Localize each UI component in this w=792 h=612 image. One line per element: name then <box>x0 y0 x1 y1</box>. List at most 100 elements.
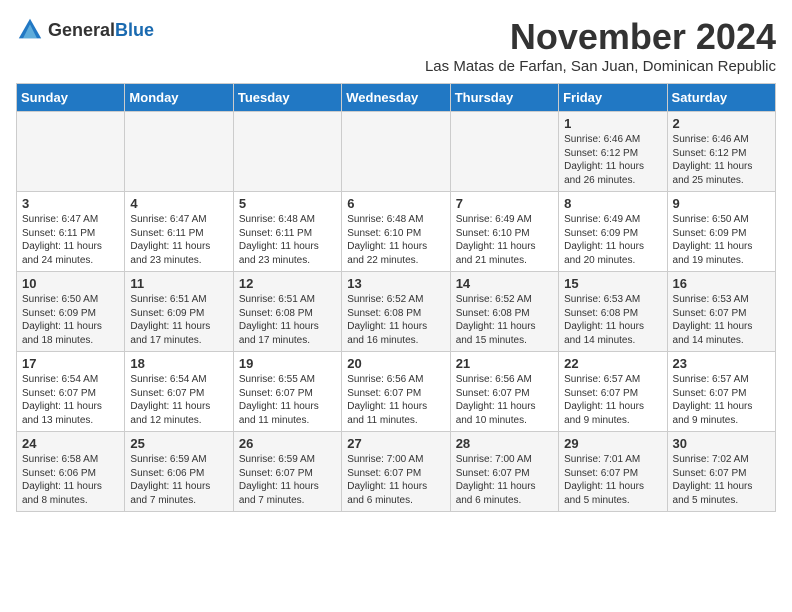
calendar-cell: 3 Sunrise: 6:47 AM Sunset: 6:11 PM Daylig… <box>17 192 125 272</box>
day-number: 19 <box>239 356 336 371</box>
week-row-1: 3 Sunrise: 6:47 AM Sunset: 6:11 PM Daylig… <box>17 192 776 272</box>
calendar-cell: 18 Sunrise: 6:54 AM Sunset: 6:07 PM Dayli… <box>125 352 233 432</box>
day-info: Sunrise: 6:48 AM Sunset: 6:11 PM Dayligh… <box>239 213 336 267</box>
day-info: Sunrise: 7:02 AM Sunset: 6:07 PM Dayligh… <box>673 453 770 507</box>
calendar-cell <box>233 112 341 192</box>
day-header-sunday: Sunday <box>17 84 125 112</box>
day-number: 24 <box>22 436 119 451</box>
week-row-3: 17 Sunrise: 6:54 AM Sunset: 6:07 PM Dayli… <box>17 352 776 432</box>
day-number: 3 <box>22 196 119 211</box>
day-number: 8 <box>564 196 661 211</box>
day-header-friday: Friday <box>559 84 667 112</box>
calendar-cell: 6 Sunrise: 6:48 AM Sunset: 6:10 PM Daylig… <box>342 192 450 272</box>
calendar-cell: 24 Sunrise: 6:58 AM Sunset: 6:06 PM Dayli… <box>17 432 125 512</box>
calendar-cell: 25Sunrise: 6:59 AM Sunset: 6:06 PM Dayli… <box>125 432 233 512</box>
month-title: November 2024 <box>425 16 776 58</box>
day-number: 5 <box>239 196 336 211</box>
day-number: 2 <box>673 116 770 131</box>
calendar-cell: 22 Sunrise: 6:57 AM Sunset: 6:07 PM Dayli… <box>559 352 667 432</box>
day-number: 29 <box>564 436 661 451</box>
day-number: 17 <box>22 356 119 371</box>
day-info: Sunrise: 6:50 AM Sunset: 6:09 PM Dayligh… <box>22 293 119 347</box>
day-number: 4 <box>130 196 227 211</box>
day-number: 30 <box>673 436 770 451</box>
day-number: 16 <box>673 276 770 291</box>
header: GeneralBlue November 2024 Las Matas de F… <box>16 16 776 75</box>
day-info: Sunrise: 6:56 AM Sunset: 6:07 PM Dayligh… <box>456 373 553 427</box>
day-info: Sunrise: 6:49 AM Sunset: 6:10 PM Dayligh… <box>456 213 553 267</box>
calendar-cell: 12Sunrise: 6:51 AM Sunset: 6:08 PM Dayli… <box>233 272 341 352</box>
day-number: 22 <box>564 356 661 371</box>
logo-blue: Blue <box>115 20 154 40</box>
day-number: 12 <box>239 276 336 291</box>
day-info: Sunrise: 7:00 AM Sunset: 6:07 PM Dayligh… <box>456 453 553 507</box>
calendar-cell: 8 Sunrise: 6:49 AM Sunset: 6:09 PM Daylig… <box>559 192 667 272</box>
calendar-cell: 15Sunrise: 6:53 AM Sunset: 6:08 PM Dayli… <box>559 272 667 352</box>
day-number: 25 <box>130 436 227 451</box>
day-number: 26 <box>239 436 336 451</box>
day-info: Sunrise: 6:47 AM Sunset: 6:11 PM Dayligh… <box>22 213 119 267</box>
day-info: Sunrise: 6:56 AM Sunset: 6:07 PM Dayligh… <box>347 373 444 427</box>
week-row-2: 10 Sunrise: 6:50 AM Sunset: 6:09 PM Dayli… <box>17 272 776 352</box>
day-number: 11 <box>130 276 227 291</box>
day-header-thursday: Thursday <box>450 84 558 112</box>
calendar-cell: 26 Sunrise: 6:59 AM Sunset: 6:07 PM Dayli… <box>233 432 341 512</box>
calendar: SundayMondayTuesdayWednesdayThursdayFrid… <box>16 83 776 512</box>
day-info: Sunrise: 6:46 AM Sunset: 6:12 PM Dayligh… <box>673 133 770 187</box>
day-info: Sunrise: 6:53 AM Sunset: 6:07 PM Dayligh… <box>673 293 770 347</box>
calendar-header: SundayMondayTuesdayWednesdayThursdayFrid… <box>17 84 776 112</box>
day-info: Sunrise: 6:50 AM Sunset: 6:09 PM Dayligh… <box>673 213 770 267</box>
day-number: 7 <box>456 196 553 211</box>
day-number: 20 <box>347 356 444 371</box>
day-info: Sunrise: 7:00 AM Sunset: 6:07 PM Dayligh… <box>347 453 444 507</box>
day-info: Sunrise: 6:57 AM Sunset: 6:07 PM Dayligh… <box>564 373 661 427</box>
day-number: 6 <box>347 196 444 211</box>
calendar-cell: 28 Sunrise: 7:00 AM Sunset: 6:07 PM Dayli… <box>450 432 558 512</box>
subtitle: Las Matas de Farfan, San Juan, Dominican… <box>425 58 776 75</box>
day-info: Sunrise: 6:58 AM Sunset: 6:06 PM Dayligh… <box>22 453 119 507</box>
calendar-cell: 11Sunrise: 6:51 AM Sunset: 6:09 PM Dayli… <box>125 272 233 352</box>
calendar-cell: 2 Sunrise: 6:46 AM Sunset: 6:12 PM Daylig… <box>667 112 775 192</box>
day-number: 14 <box>456 276 553 291</box>
day-number: 18 <box>130 356 227 371</box>
day-info: Sunrise: 6:49 AM Sunset: 6:09 PM Dayligh… <box>564 213 661 267</box>
calendar-cell <box>342 112 450 192</box>
calendar-body: 1Sunrise: 6:46 AM Sunset: 6:12 PM Daylig… <box>17 112 776 512</box>
calendar-cell: 27 Sunrise: 7:00 AM Sunset: 6:07 PM Dayli… <box>342 432 450 512</box>
day-number: 9 <box>673 196 770 211</box>
week-row-4: 24 Sunrise: 6:58 AM Sunset: 6:06 PM Dayli… <box>17 432 776 512</box>
calendar-cell: 1Sunrise: 6:46 AM Sunset: 6:12 PM Daylig… <box>559 112 667 192</box>
calendar-cell: 13Sunrise: 6:52 AM Sunset: 6:08 PM Dayli… <box>342 272 450 352</box>
day-number: 23 <box>673 356 770 371</box>
day-number: 27 <box>347 436 444 451</box>
day-header-monday: Monday <box>125 84 233 112</box>
day-number: 15 <box>564 276 661 291</box>
calendar-cell: 10 Sunrise: 6:50 AM Sunset: 6:09 PM Dayli… <box>17 272 125 352</box>
day-info: Sunrise: 6:54 AM Sunset: 6:07 PM Dayligh… <box>130 373 227 427</box>
calendar-cell: 5 Sunrise: 6:48 AM Sunset: 6:11 PM Daylig… <box>233 192 341 272</box>
day-info: Sunrise: 6:47 AM Sunset: 6:11 PM Dayligh… <box>130 213 227 267</box>
calendar-cell: 16 Sunrise: 6:53 AM Sunset: 6:07 PM Dayli… <box>667 272 775 352</box>
calendar-cell: 30 Sunrise: 7:02 AM Sunset: 6:07 PM Dayli… <box>667 432 775 512</box>
calendar-cell: 19 Sunrise: 6:55 AM Sunset: 6:07 PM Dayli… <box>233 352 341 432</box>
day-info: Sunrise: 6:52 AM Sunset: 6:08 PM Dayligh… <box>456 293 553 347</box>
week-row-0: 1Sunrise: 6:46 AM Sunset: 6:12 PM Daylig… <box>17 112 776 192</box>
calendar-cell <box>450 112 558 192</box>
day-info: Sunrise: 6:46 AM Sunset: 6:12 PM Dayligh… <box>564 133 661 187</box>
day-info: Sunrise: 7:01 AM Sunset: 6:07 PM Dayligh… <box>564 453 661 507</box>
calendar-cell <box>17 112 125 192</box>
day-info: Sunrise: 6:54 AM Sunset: 6:07 PM Dayligh… <box>22 373 119 427</box>
calendar-cell: 7 Sunrise: 6:49 AM Sunset: 6:10 PM Daylig… <box>450 192 558 272</box>
day-number: 28 <box>456 436 553 451</box>
logo: GeneralBlue <box>16 16 154 44</box>
day-info: Sunrise: 6:52 AM Sunset: 6:08 PM Dayligh… <box>347 293 444 347</box>
calendar-cell: 9 Sunrise: 6:50 AM Sunset: 6:09 PM Daylig… <box>667 192 775 272</box>
logo-icon <box>16 16 44 44</box>
day-info: Sunrise: 6:48 AM Sunset: 6:10 PM Dayligh… <box>347 213 444 267</box>
day-header-tuesday: Tuesday <box>233 84 341 112</box>
day-number: 10 <box>22 276 119 291</box>
day-info: Sunrise: 6:59 AM Sunset: 6:07 PM Dayligh… <box>239 453 336 507</box>
calendar-cell: 20 Sunrise: 6:56 AM Sunset: 6:07 PM Dayli… <box>342 352 450 432</box>
calendar-cell <box>125 112 233 192</box>
day-info: Sunrise: 6:55 AM Sunset: 6:07 PM Dayligh… <box>239 373 336 427</box>
